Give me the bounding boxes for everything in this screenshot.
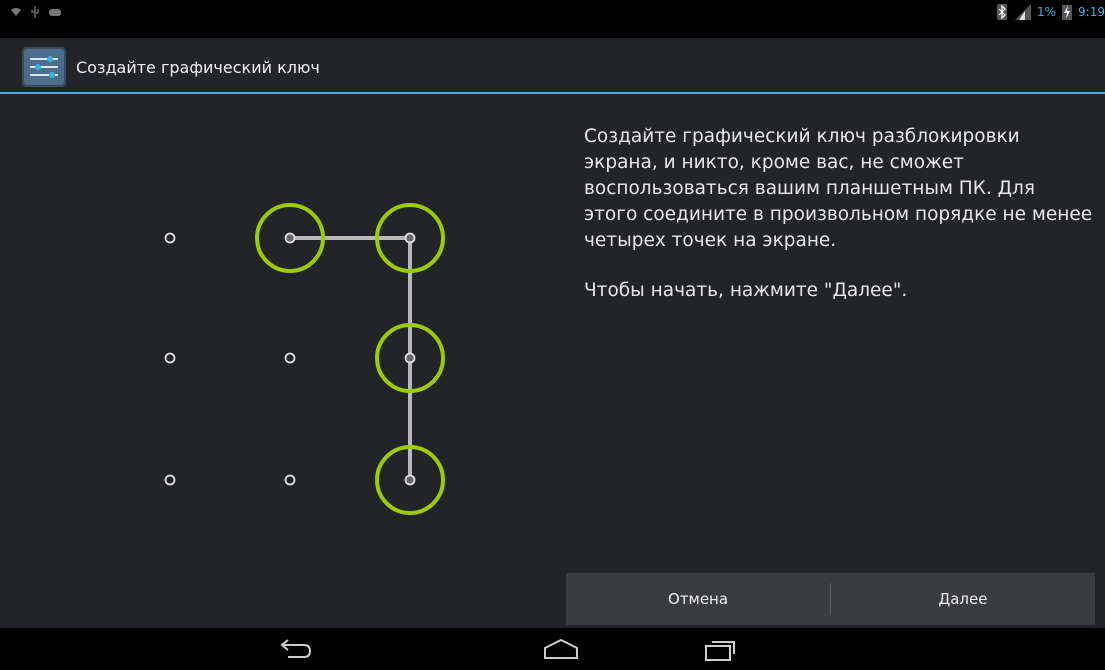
pattern-dot-7[interactable] xyxy=(164,474,176,486)
status-right-icons: 1% 9:19 xyxy=(997,4,1105,20)
settings-sliders-icon[interactable] xyxy=(22,47,66,87)
signal-icon xyxy=(1015,4,1031,20)
action-bar: Создайте графический ключ xyxy=(0,38,1105,94)
android-debug-icon xyxy=(49,9,61,16)
next-button[interactable]: Далее xyxy=(831,573,1095,625)
wifi-icon xyxy=(11,8,21,16)
pattern-dot-4[interactable] xyxy=(164,352,176,364)
status-left-icons xyxy=(10,4,62,20)
cancel-button[interactable]: Отмена xyxy=(566,573,830,625)
description-paragraph-2: Чтобы начать, нажмите "Далее". xyxy=(584,280,908,301)
button-bar: Отмена Далее xyxy=(566,573,1095,625)
battery-percent: 1% xyxy=(1037,5,1057,19)
pattern-dot-2[interactable] xyxy=(284,232,296,244)
pattern-dot-9[interactable] xyxy=(404,474,416,486)
pattern-dot-8[interactable] xyxy=(284,474,296,486)
description: Создайте графический ключ разблокировки … xyxy=(584,124,1094,328)
navigation-bar xyxy=(0,628,1105,670)
status-bar: 1% 9:19 xyxy=(0,0,1105,38)
home-icon[interactable] xyxy=(541,636,581,662)
pattern-dot-3[interactable] xyxy=(404,232,416,244)
battery-charging-icon xyxy=(1062,5,1073,20)
pattern-dot-1[interactable] xyxy=(164,232,176,244)
pattern-lock-grid[interactable] xyxy=(100,160,500,560)
usb-icon xyxy=(31,6,39,18)
back-icon[interactable] xyxy=(276,636,316,662)
pattern-dot-6[interactable] xyxy=(404,352,416,364)
bluetooth-icon xyxy=(997,4,1007,20)
pattern-path-line xyxy=(288,236,412,482)
recent-apps-icon[interactable] xyxy=(700,636,740,662)
page-title: Создайте графический ключ xyxy=(76,58,320,77)
clock: 9:19 xyxy=(1078,5,1105,19)
pattern-dot-5[interactable] xyxy=(284,352,296,364)
description-paragraph-1: Создайте графический ключ разблокировки … xyxy=(584,126,1093,251)
